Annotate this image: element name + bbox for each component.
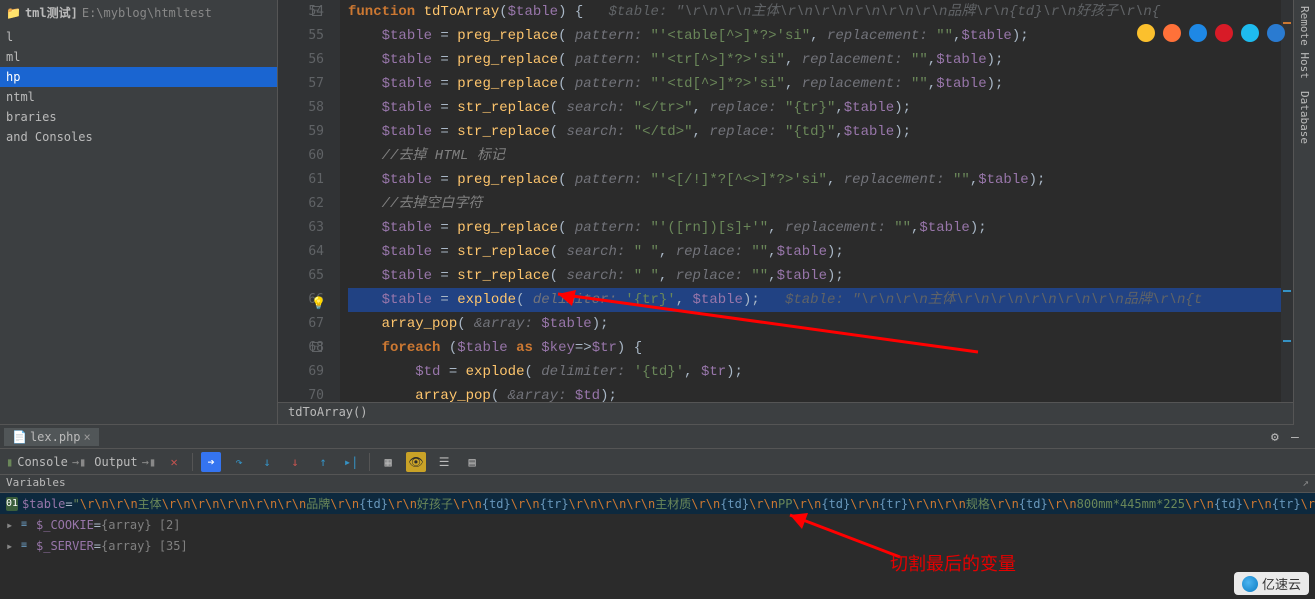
breadcrumb[interactable]: tdToArray() [278,402,1315,424]
breadcrumb-item[interactable]: tdToArray() [288,405,367,419]
sidebar-item[interactable]: braries [0,107,277,127]
console-tab[interactable]: ▮Console→▮ [6,455,86,469]
tab-remote-host[interactable]: Remote Host [1296,0,1313,85]
code-line[interactable]: foreach ($table as $key=>$tr) { [348,336,1315,360]
project-path: E:\myblog\htmltest [82,6,212,20]
code-line[interactable]: $table = str_replace( search: "</td>", r… [348,120,1315,144]
step-over-icon[interactable]: ↷ [229,452,249,472]
variables-tree[interactable]: 01$table = "\r\n\r\n主体\r\n\r\n\r\n\r\n\r… [0,493,1315,599]
line-number[interactable]: 68− [278,336,324,360]
code-line[interactable]: $table = str_replace( search: " ", repla… [348,240,1315,264]
force-step-into-icon[interactable]: ↓ [285,452,305,472]
variable-row[interactable]: 01$table = "\r\n\r\n主体\r\n\r\n\r\n\r\n\r… [0,493,1315,514]
php-icon: 📄 [12,430,27,444]
line-number[interactable]: 56 [278,48,324,72]
debug-toolbar: ▮Console→▮ Output→▮ ✕ ➔ ↷ ↓ ↓ ↑ ▸| ▦ 👁 ☰… [0,449,1315,475]
gear-icon[interactable]: ⚙ [1271,430,1285,444]
variables-header: Variables ↗ [0,475,1315,493]
debug-tab-file[interactable]: 📄 lex.php × [4,428,99,446]
close-icon[interactable]: × [84,430,91,444]
line-number[interactable]: 63 [278,216,324,240]
line-number[interactable]: 66 [278,288,324,312]
code-line[interactable]: function tdToArray($table) { $table: "\r… [348,0,1315,24]
chrome-icon[interactable] [1137,24,1155,42]
line-number[interactable]: 55 [278,24,324,48]
sidebar-item[interactable]: hp [0,67,277,87]
safari-icon[interactable] [1189,24,1207,42]
pin-icon: →▮ [142,455,156,469]
browser-launch-bar [1137,24,1285,42]
line-number[interactable]: 69 [278,360,324,384]
code-line[interactable]: array_pop( &array: $table); [348,312,1315,336]
step-out-icon[interactable]: ↑ [313,452,333,472]
edge-icon[interactable] [1267,24,1285,42]
line-number[interactable]: 65 [278,264,324,288]
evaluate-icon[interactable]: ▦ [378,452,398,472]
line-number[interactable]: 62 [278,192,324,216]
output-tab[interactable]: Output→▮ [94,455,156,469]
variable-row[interactable]: ▸≡$_COOKIE = {array} [2] [0,514,1315,535]
run-to-cursor-icon[interactable]: ▸| [341,452,361,472]
watermark-text: 亿速云 [1262,574,1301,593]
debug-panel: 📄 lex.php × ⚙ — ▮Console→▮ Output→▮ ✕ ➔ … [0,424,1315,599]
array-icon: ≡ [16,539,32,553]
code-line[interactable]: $table = str_replace( search: " ", repla… [348,264,1315,288]
project-sidebar[interactable]: 📁 tml测试] E:\myblog\htmltest lmlhpntmlbra… [0,0,278,424]
code-line[interactable]: array_pop( &array: $td); [348,384,1315,402]
right-tool-tabs: Remote Host Database [1293,0,1315,402]
gutter[interactable]: 54−5556575859606162636465666768−6970 [278,0,340,402]
code-line[interactable]: $table = preg_replace( pattern: "'<td[^>… [348,72,1315,96]
line-number[interactable]: 58 [278,96,324,120]
debug-tab-label: lex.php [30,430,81,444]
code-line[interactable]: $table = str_replace( search: "</tr>", r… [348,96,1315,120]
line-number[interactable]: 60 [278,144,324,168]
show-exec-point-icon[interactable]: ➔ [201,452,221,472]
logo-icon [1242,576,1258,592]
code-line[interactable]: $table = explode( delimiter: '{tr}', $ta… [348,288,1315,312]
sidebar-item[interactable]: ntml [0,87,277,107]
code-line[interactable]: //去掉空白字符 [348,192,1315,216]
line-number[interactable]: 59 [278,120,324,144]
line-number[interactable]: 70 [278,384,324,402]
code-area[interactable]: function tdToArray($table) { $table: "\r… [340,0,1315,402]
firefox-icon[interactable] [1163,24,1181,42]
code-line[interactable]: $td = explode( delimiter: '{td}', $tr); [348,360,1315,384]
sidebar-item[interactable]: and Consoles [0,127,277,147]
sidebar-item[interactable]: ml [0,47,277,67]
settings-icon[interactable]: ☰ [434,452,454,472]
annotation-text: 切割最后的变量 [890,550,1016,576]
minimize-icon[interactable]: — [1291,430,1305,444]
code-line[interactable]: $table = preg_replace( pattern: "'<[/!]*… [348,168,1315,192]
line-number[interactable]: 61 [278,168,324,192]
tab-database[interactable]: Database [1296,85,1313,150]
project-path-row[interactable]: 📁 tml测试] E:\myblog\htmltest [0,0,277,25]
pin-icon[interactable]: ↗ [1302,476,1309,489]
folder-icon: 📁 [6,6,21,20]
watch-icon[interactable]: 👁 [406,452,426,472]
ie-icon[interactable] [1241,24,1259,42]
code-line[interactable]: //去掉 HTML 标记 [348,144,1315,168]
line-number[interactable]: 67 [278,312,324,336]
watermark: 亿速云 [1234,572,1309,595]
line-number[interactable]: 57 [278,72,324,96]
project-label: tml测试] [25,4,78,21]
error-stripe[interactable] [1281,0,1293,402]
line-number[interactable]: 64 [278,240,324,264]
code-line[interactable]: $table = preg_replace( pattern: "'([rn])… [348,216,1315,240]
close-icon[interactable]: ✕ [164,452,184,472]
code-editor[interactable]: 54−5556575859606162636465666768−6970 fun… [278,0,1315,402]
pin-icon: →▮ [72,455,86,469]
variable-row[interactable]: ▸≡$_SERVER = {array} [35] [0,535,1315,556]
step-into-icon[interactable]: ↓ [257,452,277,472]
sidebar-item[interactable]: l [0,27,277,47]
string-icon: 01 [6,497,18,511]
more-icon[interactable]: ▤ [462,452,482,472]
line-number[interactable]: 54− [278,0,324,24]
array-icon: ≡ [16,518,32,532]
opera-icon[interactable] [1215,24,1233,42]
code-line[interactable]: $table = preg_replace( pattern: "'<tr[^>… [348,48,1315,72]
